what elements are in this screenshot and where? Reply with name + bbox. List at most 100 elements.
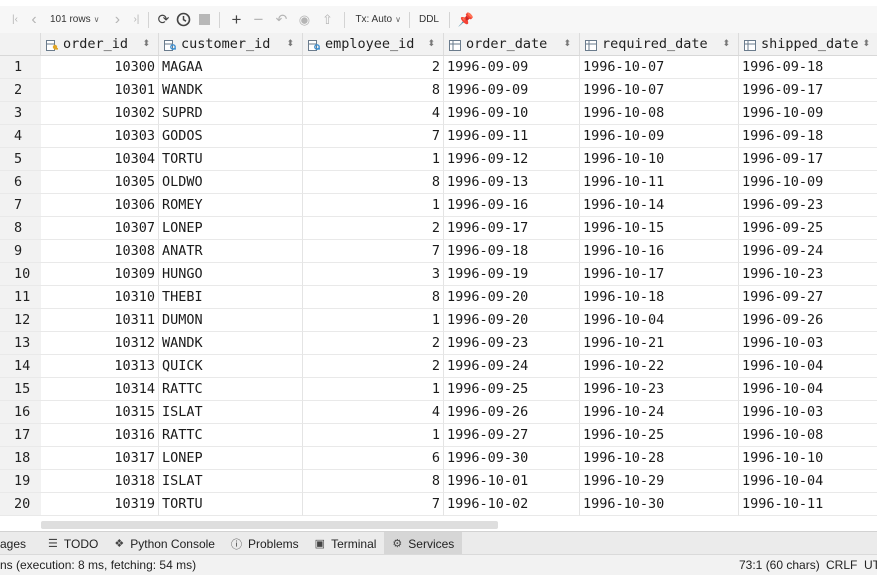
cell-order-date[interactable]: 1996-09-23	[444, 332, 580, 355]
table-row[interactable]: 13 10312 WANDK 2 1996-09-23 1996-10-21 1996-10…	[0, 332, 877, 355]
cell-customer-id[interactable]: LONEP	[159, 447, 303, 470]
cell-shipped-date[interactable]: 1996-09-17	[739, 79, 877, 102]
cell-customer-id[interactable]: TORTU	[159, 148, 303, 171]
cell-shipped-date[interactable]: 1996-10-03	[739, 401, 877, 424]
table-row[interactable]: 7 10306 ROMEY 1 1996-09-16 1996-10-14 1996-09-…	[0, 194, 877, 217]
cell-required-date[interactable]: 1996-10-07	[580, 56, 739, 79]
cell-order-id[interactable]: 10314	[41, 378, 159, 401]
row-number[interactable]: 5	[0, 148, 41, 171]
cell-order-date[interactable]: 1996-09-30	[444, 447, 580, 470]
cell-shipped-date[interactable]: 1996-09-26	[739, 309, 877, 332]
cell-order-id[interactable]: 10305	[41, 171, 159, 194]
cell-required-date[interactable]: 1996-10-11	[580, 171, 739, 194]
cell-order-id[interactable]: 10309	[41, 263, 159, 286]
table-row[interactable]: 20 10319 TORTU 7 1996-10-02 1996-10-30 1996-10…	[0, 493, 877, 516]
table-row[interactable]: 9 10308 ANATR 7 1996-09-18 1996-10-16 1996-09-…	[0, 240, 877, 263]
cell-shipped-date[interactable]: 1996-10-11	[739, 493, 877, 516]
cell-employee-id[interactable]: 2	[303, 332, 444, 355]
cell-customer-id[interactable]: RATTC	[159, 424, 303, 447]
cell-order-id[interactable]: 10311	[41, 309, 159, 332]
last-page-icon[interactable]: ›|	[129, 10, 143, 30]
pin-icon[interactable]: 📌	[455, 10, 477, 30]
cell-employee-id[interactable]: 2	[303, 56, 444, 79]
table-row[interactable]: 16 10315 ISLAT 4 1996-09-26 1996-10-24 1996-10…	[0, 401, 877, 424]
row-number[interactable]: 14	[0, 355, 41, 378]
cell-employee-id[interactable]: 7	[303, 125, 444, 148]
cell-order-id[interactable]: 10302	[41, 102, 159, 125]
table-row[interactable]: 4 10303 GODOS 7 1996-09-11 1996-10-09 1996-09-…	[0, 125, 877, 148]
table-row[interactable]: 8 10307 LONEP 2 1996-09-17 1996-10-15 1996-09-…	[0, 217, 877, 240]
cell-shipped-date[interactable]: 1996-09-24	[739, 240, 877, 263]
row-number[interactable]: 15	[0, 378, 41, 401]
table-row[interactable]: 14 10313 QUICK 2 1996-09-24 1996-10-22 1996-10…	[0, 355, 877, 378]
next-page-icon[interactable]: ›	[111, 10, 123, 30]
cell-required-date[interactable]: 1996-10-04	[580, 309, 739, 332]
table-row[interactable]: 1 10300 MAGAA 2 1996-09-09 1996-10-07 1996-09-…	[0, 56, 877, 79]
cell-required-date[interactable]: 1996-10-25	[580, 424, 739, 447]
cell-required-date[interactable]: 1996-10-16	[580, 240, 739, 263]
cell-employee-id[interactable]: 8	[303, 470, 444, 493]
sort-toggle-icon[interactable]: ⬍	[142, 39, 150, 49]
cell-required-date[interactable]: 1996-10-14	[580, 194, 739, 217]
cell-customer-id[interactable]: GODOS	[159, 125, 303, 148]
row-number[interactable]: 4	[0, 125, 41, 148]
caret-position[interactable]: 73:1 (60 chars)	[739, 558, 820, 572]
cell-order-id[interactable]: 10312	[41, 332, 159, 355]
cell-required-date[interactable]: 1996-10-22	[580, 355, 739, 378]
cell-required-date[interactable]: 1996-10-28	[580, 447, 739, 470]
cell-employee-id[interactable]: 7	[303, 493, 444, 516]
row-number[interactable]: 12	[0, 309, 41, 332]
cell-required-date[interactable]: 1996-10-23	[580, 378, 739, 401]
refresh-icon[interactable]: ⟳	[154, 10, 172, 30]
cell-employee-id[interactable]: 8	[303, 286, 444, 309]
cell-order-date[interactable]: 1996-09-17	[444, 217, 580, 240]
cell-required-date[interactable]: 1996-10-21	[580, 332, 739, 355]
tool-tab-terminal[interactable]: ▣ Terminal	[307, 532, 385, 555]
cell-shipped-date[interactable]: 1996-09-27	[739, 286, 877, 309]
cell-order-id[interactable]: 10315	[41, 401, 159, 424]
cell-required-date[interactable]: 1996-10-29	[580, 470, 739, 493]
cell-required-date[interactable]: 1996-10-18	[580, 286, 739, 309]
cell-order-id[interactable]: 10304	[41, 148, 159, 171]
cell-employee-id[interactable]: 1	[303, 194, 444, 217]
cell-order-date[interactable]: 1996-09-09	[444, 79, 580, 102]
cell-required-date[interactable]: 1996-10-10	[580, 148, 739, 171]
cell-customer-id[interactable]: ANATR	[159, 240, 303, 263]
row-number[interactable]: 11	[0, 286, 41, 309]
cell-order-date[interactable]: 1996-09-10	[444, 102, 580, 125]
cell-required-date[interactable]: 1996-10-09	[580, 125, 739, 148]
table-row[interactable]: 18 10317 LONEP 6 1996-09-30 1996-10-28 1996-10…	[0, 447, 877, 470]
table-row[interactable]: 5 10304 TORTU 1 1996-09-12 1996-10-10 1996-09-…	[0, 148, 877, 171]
cell-order-date[interactable]: 1996-10-02	[444, 493, 580, 516]
cell-order-date[interactable]: 1996-09-19	[444, 263, 580, 286]
table-row[interactable]: 6 10305 OLDWO 8 1996-09-13 1996-10-11 1996-10-…	[0, 171, 877, 194]
cell-customer-id[interactable]: THEBI	[159, 286, 303, 309]
column-header-required-date[interactable]: required_date ⬍	[580, 33, 739, 55]
cell-employee-id[interactable]: 1	[303, 378, 444, 401]
row-number[interactable]: 6	[0, 171, 41, 194]
cell-order-id[interactable]: 10307	[41, 217, 159, 240]
cell-required-date[interactable]: 1996-10-24	[580, 401, 739, 424]
transaction-mode-dropdown[interactable]: Tx: Auto ∨	[355, 10, 401, 30]
row-number[interactable]: 16	[0, 401, 41, 424]
tool-tab-ages[interactable]: ages	[0, 532, 40, 555]
cell-shipped-date[interactable]: 1996-10-08	[739, 424, 877, 447]
cell-customer-id[interactable]: DUMON	[159, 309, 303, 332]
cell-order-date[interactable]: 1996-09-27	[444, 424, 580, 447]
cell-order-id[interactable]: 10306	[41, 194, 159, 217]
cell-order-id[interactable]: 10308	[41, 240, 159, 263]
cell-customer-id[interactable]: WANDK	[159, 79, 303, 102]
cell-shipped-date[interactable]: 1996-10-04	[739, 355, 877, 378]
cell-customer-id[interactable]: ISLAT	[159, 470, 303, 493]
cell-order-date[interactable]: 1996-09-24	[444, 355, 580, 378]
tool-tab-services[interactable]: ⚙ Services	[384, 532, 463, 555]
cell-order-date[interactable]: 1996-09-16	[444, 194, 580, 217]
cell-order-date[interactable]: 1996-09-13	[444, 171, 580, 194]
rows-count-dropdown[interactable]: 101 rows ∨	[50, 10, 99, 30]
cell-customer-id[interactable]: ISLAT	[159, 401, 303, 424]
cell-shipped-date[interactable]: 1996-10-04	[739, 378, 877, 401]
cell-employee-id[interactable]: 2	[303, 355, 444, 378]
cell-customer-id[interactable]: MAGAA	[159, 56, 303, 79]
submit-arrow-up-icon[interactable]: ⇧	[315, 10, 339, 30]
table-row[interactable]: 15 10314 RATTC 1 1996-09-25 1996-10-23 1996-10…	[0, 378, 877, 401]
